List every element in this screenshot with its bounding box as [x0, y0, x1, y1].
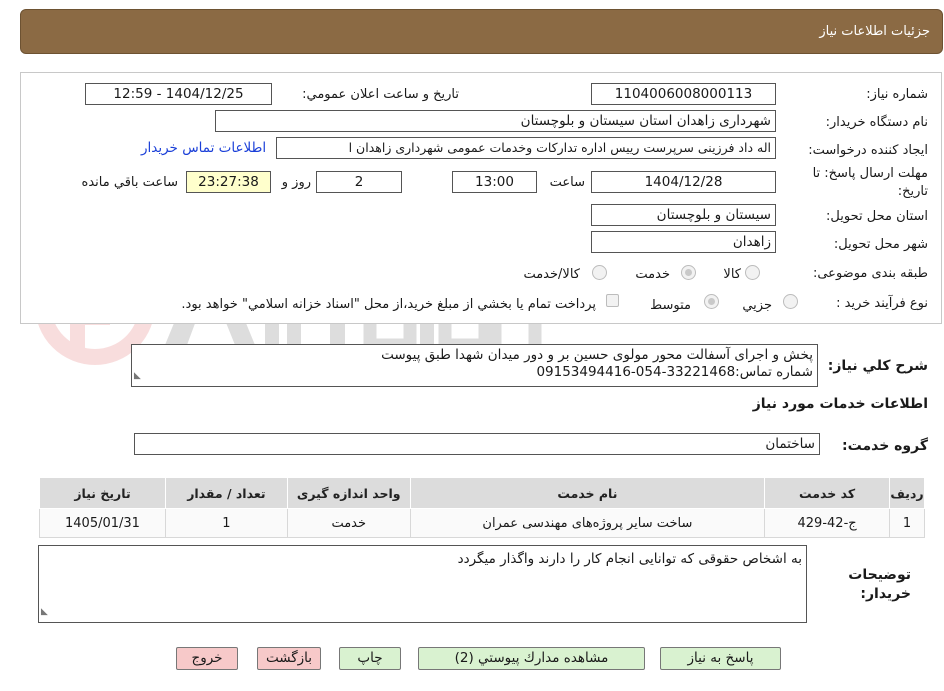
announce-datetime-label: تاریخ و ساعت اعلان عمومي: [302, 87, 459, 102]
deadline-date-field[interactable]: 1404/12/28 [591, 171, 776, 193]
process-medium-radio[interactable] [704, 294, 719, 309]
back-button[interactable]: بازگشت [257, 647, 321, 670]
buyer-org-field[interactable]: شهرداری زاهدان استان سیستان و بلوچستان [215, 110, 776, 132]
buyer-notes-label-2: خريدار: [860, 586, 911, 602]
city-field[interactable]: زاهدان [591, 231, 776, 253]
resize-grip-icon[interactable]: ◢ [41, 604, 48, 621]
days-label: روز و [281, 175, 311, 190]
general-description-textarea[interactable]: پخش و اجرای آسفالت محور مولوی حسین بر و … [131, 344, 818, 387]
service-group-field[interactable]: ساختمان [134, 433, 820, 455]
buyer-notes-textarea[interactable]: به اشخاص حقوقی که توانایی انجام کار را د… [38, 545, 807, 623]
cell-unit: خدمت [286, 508, 411, 538]
cell-code: ج-42-429 [764, 508, 891, 538]
request-creator-field[interactable]: اله داد فرزینی سرپرست رییس اداره تدارکات… [276, 137, 776, 159]
category-goods-radio[interactable] [745, 265, 760, 280]
col-unit-header: واحد اندازه گيری [286, 477, 411, 509]
resize-grip-icon[interactable]: ◢ [134, 368, 141, 385]
need-number-label: شماره نیاز: [866, 87, 928, 102]
cell-index: 1 [889, 508, 925, 538]
deadline-label-date: تاریخ: [897, 184, 928, 199]
description-line-2: شماره تماس:33221468-054-09153494416 [536, 364, 813, 380]
city-label: شهر محل تحويل: [833, 237, 928, 252]
services-table: رديف كد خدمت نام خدمت واحد اندازه گيری ت… [39, 477, 925, 538]
services-section-title: اطلاعات خدمات مورد نياز [752, 396, 928, 412]
col-index-header: رديف [889, 477, 925, 509]
deadline-time-label: ساعت [549, 175, 585, 190]
treasury-bond-checkbox[interactable] [606, 294, 619, 307]
category-label: طبقه بندی موضوعی: [812, 266, 928, 281]
reply-button[interactable]: پاسخ به نياز [660, 647, 781, 670]
cell-name: ساخت سایر پروژه‌های مهندسی عمران [409, 508, 766, 538]
process-medium-label: متوسط [650, 298, 691, 313]
request-creator-label: ايجاد كننده درخواست: [808, 143, 928, 158]
category-service-radio[interactable] [681, 265, 696, 280]
remaining-time-field: 23:27:38 [186, 171, 271, 193]
category-goods-service-radio[interactable] [592, 265, 607, 280]
col-qty-header: تعداد / مقدار [164, 477, 288, 509]
col-name-header: نام خدمت [409, 477, 766, 509]
category-goods-label: كالا [723, 267, 741, 282]
buyer-org-label: نام دستگاه خريدار: [825, 115, 928, 130]
deadline-label: مهلت ارسال پاسخ: تا [812, 166, 928, 181]
remaining-days-field[interactable]: 2 [316, 171, 402, 193]
deadline-time-field[interactable]: 13:00 [452, 171, 537, 193]
buyer-notes-label: توضيحات [848, 567, 911, 583]
process-minor-label: جزيي [742, 298, 772, 313]
service-group-label: گروه خدمت: [842, 438, 928, 454]
treasury-payment-note: پرداخت تمام يا بخشي از مبلغ خريد،از محل … [181, 297, 596, 312]
process-minor-radio[interactable] [783, 294, 798, 309]
print-button[interactable]: چاپ [339, 647, 401, 670]
general-description-label: شرح كلي نياز: [827, 358, 928, 374]
process-type-label: نوع فرآيند خريد : [836, 296, 928, 311]
description-line-1: پخش و اجرای آسفالت محور مولوی حسین بر و … [381, 347, 813, 363]
exit-button[interactable]: خروج [176, 647, 238, 670]
cell-qty: 1 [164, 508, 288, 538]
page-title: جزئیات اطلاعات نیاز [819, 24, 930, 39]
page-header: جزئیات اطلاعات نیاز [20, 9, 943, 54]
category-service-label: خدمت [635, 267, 670, 282]
province-field[interactable]: سيستان و بلوچستان [591, 204, 776, 226]
need-number-field[interactable]: 1104006008000113 [591, 83, 776, 105]
col-code-header: كد خدمت [764, 477, 891, 509]
cell-date: 1405/01/31 [39, 508, 166, 538]
col-date-header: تاريخ نياز [39, 477, 166, 509]
remaining-time-label: ساعت باقي مانده [81, 175, 178, 190]
buyer-contact-link[interactable]: اطلاعات تماس خريدار [141, 140, 266, 156]
announce-datetime-field[interactable]: 1404/12/25 - 12:59 [85, 83, 272, 105]
table-row[interactable]: 1 ج-42-429 ساخت سایر پروژه‌های مهندسی عم… [39, 508, 925, 538]
province-label: استان محل تحويل: [826, 209, 928, 224]
buyer-notes-text: به اشخاص حقوقی که توانایی انجام کار را د… [457, 551, 802, 567]
services-table-header: رديف كد خدمت نام خدمت واحد اندازه گيری ت… [39, 477, 925, 509]
view-attachments-button[interactable]: مشاهده مدارك پيوستي (2) [418, 647, 645, 670]
category-goods-service-label: كالا/خدمت [523, 267, 580, 282]
